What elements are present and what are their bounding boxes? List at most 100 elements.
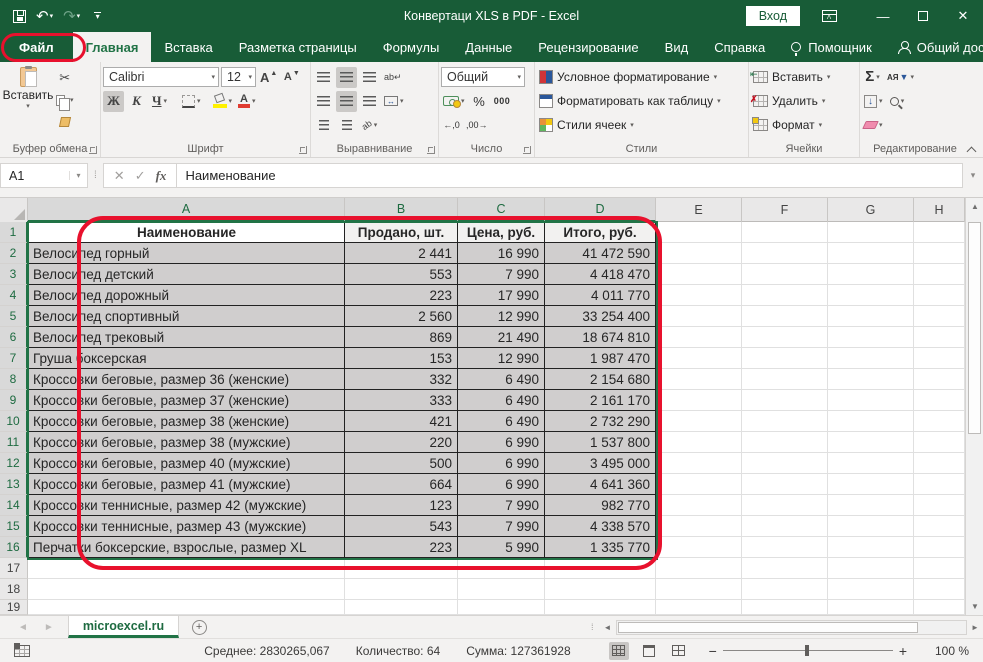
collapse-ribbon-icon[interactable] [967,145,975,153]
page-break-view-button[interactable] [669,642,689,660]
cell-G4[interactable] [828,285,914,306]
cell-F2[interactable] [742,243,828,264]
cell-B15[interactable]: 543 [345,516,458,537]
cell-C3[interactable]: 7 990 [458,264,545,285]
cell-D16[interactable]: 1 335 770 [545,537,656,558]
cell-A13[interactable]: Кроссовки беговые, размер 41 (мужские) [28,474,345,495]
ribbon-tab-5[interactable]: Данные [452,32,525,62]
cell-A1[interactable]: Наименование [28,222,345,243]
ribbon-tab-8[interactable]: Справка [701,32,778,62]
row-header-1[interactable]: 1 [0,222,28,243]
cell-H14[interactable] [914,495,965,516]
column-header-F[interactable]: F [742,198,828,222]
column-header-A[interactable]: A [28,198,345,222]
row-header-15[interactable]: 15 [0,516,28,537]
cell-F3[interactable] [742,264,828,285]
cell-A2[interactable]: Велосипед горный [28,243,345,264]
cell-H3[interactable] [914,264,965,285]
ribbon-tab-1[interactable]: Главная [73,32,152,62]
cell-B3[interactable]: 553 [345,264,458,285]
sort-filter-button[interactable]: АЯ▼▾ [885,67,916,88]
maximize-button[interactable] [903,0,943,32]
number-format-combo[interactable]: Общий▾ [441,67,525,87]
row-header-3[interactable]: 3 [0,264,28,285]
insert-cells-button[interactable]: Вставить▾ [751,65,857,89]
fill-button[interactable]: ↓▾ [862,91,885,112]
find-select-button[interactable]: ▾ [887,91,908,112]
decrease-font-button[interactable]: A▼ [281,67,302,88]
cell-D5[interactable]: 33 254 400 [545,306,656,327]
cell-A15[interactable]: Кроссовки теннисные, размер 43 (мужские) [28,516,345,537]
format-cells-button[interactable]: Формат▾ [751,113,857,137]
cell-F12[interactable] [742,453,828,474]
cell-C14[interactable]: 7 990 [458,495,545,516]
cell-E11[interactable] [656,432,742,453]
cell-B7[interactable]: 153 [345,348,458,369]
cell-G3[interactable] [828,264,914,285]
cell-E3[interactable] [656,264,742,285]
cell-F15[interactable] [742,516,828,537]
cell-A7[interactable]: Груша боксерская [28,348,345,369]
percent-style-button[interactable]: % [469,91,490,112]
cell-G10[interactable] [828,411,914,432]
cell-B19[interactable] [345,600,458,615]
cell-E12[interactable] [656,453,742,474]
cell-D9[interactable]: 2 161 170 [545,390,656,411]
cell-H6[interactable] [914,327,965,348]
cell-E5[interactable] [656,306,742,327]
scroll-left-icon[interactable]: ◄ [600,623,616,632]
increase-indent-button[interactable] [336,115,357,136]
underline-button[interactable]: Ч▾ [149,91,170,112]
delete-cells-button[interactable]: Удалить▾ [751,89,857,113]
cell-D19[interactable] [545,600,656,615]
column-header-B[interactable]: B [345,198,458,222]
tab-share[interactable]: Общий доступ [885,32,983,62]
cell-G2[interactable] [828,243,914,264]
cell-C1[interactable]: Цена, руб. [458,222,545,243]
save-button[interactable] [10,4,29,28]
cell-H18[interactable] [914,579,965,600]
cell-E15[interactable] [656,516,742,537]
increase-decimal-button[interactable]: ←,0 [441,115,462,136]
cell-A12[interactable]: Кроссовки беговые, размер 40 (мужские) [28,453,345,474]
cell-B4[interactable]: 223 [345,285,458,306]
cell-H16[interactable] [914,537,965,558]
formula-input[interactable]: Наименование [177,163,963,188]
cell-B2[interactable]: 2 441 [345,243,458,264]
name-box[interactable]: A1 ▾ [0,163,88,188]
cell-C7[interactable]: 12 990 [458,348,545,369]
paste-button[interactable]: Вставить ▾ [2,65,54,132]
cell-A5[interactable]: Велосипед спортивный [28,306,345,327]
increase-font-button[interactable]: A▲ [258,67,279,88]
undo-button[interactable]: ↶▾ [33,4,56,28]
column-header-G[interactable]: G [828,198,914,222]
ribbon-tab-6[interactable]: Рецензирование [525,32,651,62]
align-right-button[interactable] [359,91,380,112]
autosum-button[interactable]: Σ▾ [862,67,883,88]
row-header-2[interactable]: 2 [0,243,28,264]
row-header-14[interactable]: 14 [0,495,28,516]
align-top-button[interactable] [313,67,334,88]
cell-C18[interactable] [458,579,545,600]
column-header-C[interactable]: C [458,198,545,222]
cell-G5[interactable] [828,306,914,327]
cell-A6[interactable]: Велосипед трековый [28,327,345,348]
sheet-tab-active[interactable]: microexcel.ru [68,616,179,638]
cell-G17[interactable] [828,558,914,579]
cut-button[interactable]: ✂ [54,67,76,88]
row-header-8[interactable]: 8 [0,369,28,390]
cell-C4[interactable]: 17 990 [458,285,545,306]
tab-assistant[interactable]: Помощник [778,32,885,62]
row-header-9[interactable]: 9 [0,390,28,411]
expand-formula-bar-icon[interactable]: ▾ [963,170,983,181]
row-header-11[interactable]: 11 [0,432,28,453]
cell-E6[interactable] [656,327,742,348]
number-dialog-launcher-icon[interactable] [523,146,531,154]
cell-D2[interactable]: 41 472 590 [545,243,656,264]
cell-G6[interactable] [828,327,914,348]
cell-D18[interactable] [545,579,656,600]
cell-B18[interactable] [345,579,458,600]
cell-E2[interactable] [656,243,742,264]
zoom-slider[interactable] [723,650,893,651]
cell-H9[interactable] [914,390,965,411]
